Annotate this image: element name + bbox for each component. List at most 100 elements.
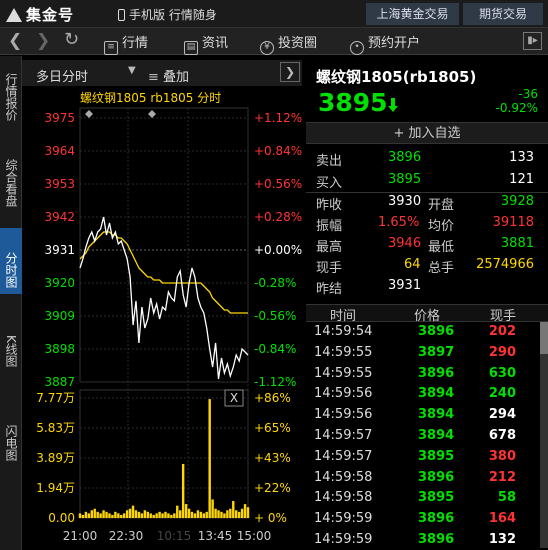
tick-volume: 380 bbox=[488, 448, 516, 464]
volume-tick-label: 3.89万 bbox=[36, 451, 75, 465]
price-line bbox=[79, 216, 249, 380]
app-name: 集金号 bbox=[26, 6, 75, 24]
volume-bar bbox=[164, 511, 167, 518]
tab-overview[interactable]: 综合看盘 bbox=[0, 152, 22, 214]
mobile-version-link[interactable]: 手机版 行情随身 bbox=[118, 6, 217, 23]
volume-bar bbox=[217, 510, 220, 518]
tick-volume: 132 bbox=[488, 532, 516, 547]
tick-time: 14:59:56 bbox=[314, 407, 373, 423]
tick-time: 14:59:57 bbox=[314, 448, 373, 464]
overlay-label: 叠加 bbox=[163, 70, 190, 85]
overlay-button[interactable]: ≡ 叠加 bbox=[148, 66, 189, 85]
tick-volume: 630 bbox=[488, 365, 516, 381]
open-account-button[interactable]: • 预约开户 bbox=[350, 32, 420, 55]
volume-bar bbox=[232, 501, 235, 518]
buy-label: 买入 bbox=[316, 176, 343, 191]
percent-tick-label: +0.56% bbox=[254, 177, 302, 191]
price-tick-label: 3887 bbox=[44, 375, 75, 389]
high-low-row: 最高 3946 最低 3881 bbox=[306, 234, 548, 255]
futures-trading-button[interactable]: 期货交易 bbox=[463, 3, 543, 25]
high-label: 最高 bbox=[316, 240, 343, 255]
price-tick-label: 3920 bbox=[44, 276, 75, 290]
avg-price-path bbox=[79, 231, 248, 314]
percent-tick-label: -0.56% bbox=[254, 309, 296, 323]
tick-row: 14:59:55 3897 290 bbox=[306, 343, 548, 364]
volume-bar bbox=[87, 513, 91, 518]
volume-bar bbox=[137, 511, 141, 518]
volume-bar bbox=[114, 511, 117, 518]
quotes-button[interactable]: ≡ 行情 bbox=[104, 32, 148, 55]
panel-toggle-icon[interactable]: ▮▸ bbox=[523, 32, 542, 50]
tick-time: 14:59:59 bbox=[314, 532, 373, 547]
logo-icon bbox=[6, 8, 22, 22]
tick-time: 14:59:55 bbox=[314, 344, 373, 360]
volume-bar bbox=[78, 513, 82, 518]
back-icon[interactable]: ❮ bbox=[8, 31, 22, 51]
close-volume-button[interactable]: X bbox=[224, 389, 244, 407]
volume-bar bbox=[125, 510, 129, 518]
settle-row: 昨结 3931 bbox=[306, 276, 548, 297]
tab-kline[interactable]: K线图 bbox=[0, 326, 22, 376]
volume-border bbox=[79, 389, 249, 519]
add-favorite-button[interactable]: + 加入自选 bbox=[306, 122, 548, 144]
volume-bar bbox=[102, 510, 105, 518]
advisor-button[interactable]: ¥ 投资圈 bbox=[260, 32, 317, 55]
chevron-right-icon[interactable]: ❯ bbox=[280, 62, 300, 82]
tick-volume: 58 bbox=[497, 490, 516, 506]
volume-bar bbox=[152, 514, 155, 518]
volume-bar bbox=[179, 510, 182, 518]
tick-time: 14:59:55 bbox=[314, 365, 373, 381]
volume-bar bbox=[128, 508, 132, 518]
volume-bar bbox=[205, 511, 208, 518]
volume-bar bbox=[211, 499, 214, 518]
sge-trading-button[interactable]: 上海黄金交易 bbox=[366, 3, 459, 25]
volume-bar bbox=[111, 514, 114, 518]
tab-flash[interactable]: 闪电图 bbox=[0, 418, 22, 468]
volume-percent-axis: +86% +65% +43% +22% + 0% bbox=[254, 391, 291, 525]
volume-bar bbox=[243, 504, 247, 518]
app-logo: 集金号 bbox=[6, 4, 74, 25]
percent-tick-label: +1.12% bbox=[254, 111, 302, 125]
time-axis: 21:00 22:30 13:45 15:00 10:15 bbox=[63, 529, 272, 543]
price-tick-label: 3931 bbox=[44, 243, 75, 257]
volume-bar bbox=[158, 511, 161, 518]
ticks-scrollbar-thumb[interactable] bbox=[540, 322, 548, 354]
price-path bbox=[79, 216, 249, 380]
volume-bar bbox=[176, 505, 179, 518]
volume-bar bbox=[237, 511, 241, 518]
tab-quote-list[interactable]: 行情报价 bbox=[0, 66, 22, 128]
buy-price: 3895 bbox=[388, 172, 422, 187]
price-tick-label: 3953 bbox=[44, 177, 75, 191]
tick-volume: 202 bbox=[488, 324, 516, 339]
chevron-down-icon[interactable]: ▼ bbox=[128, 65, 136, 76]
quotes-label: 行情 bbox=[122, 36, 149, 51]
volume-bar bbox=[149, 513, 152, 518]
quote-panel: 螺纹钢1805(rb1805) 3895 -36 -0.92% + 加入自选 卖… bbox=[306, 60, 548, 550]
ticks-scrollbar[interactable] bbox=[540, 322, 548, 548]
forward-icon[interactable]: ❯ bbox=[36, 31, 50, 51]
volume-bar bbox=[105, 511, 108, 518]
volume-bar bbox=[131, 505, 135, 518]
period-select[interactable]: 多日分时 bbox=[36, 66, 88, 85]
tick-price: 3894 bbox=[418, 407, 455, 423]
current-volume-label: 现手 bbox=[316, 261, 343, 276]
volume-bar bbox=[184, 504, 188, 518]
volume-tick-label: 5.83万 bbox=[36, 421, 75, 435]
news-button[interactable]: ▤ 资讯 bbox=[184, 32, 228, 55]
volume-bar bbox=[181, 463, 185, 518]
prev-close-value: 3930 bbox=[388, 194, 422, 209]
volume-tick-label: 0.00 bbox=[48, 511, 75, 525]
prev-close-row: 昨收 3930 开盘 3928 bbox=[306, 192, 548, 213]
tick-row: 14:59:59 3896 132 bbox=[306, 530, 548, 550]
volume-bar bbox=[108, 513, 111, 518]
sell-label: 卖出 bbox=[316, 154, 343, 169]
refresh-icon[interactable]: ↻ bbox=[64, 29, 79, 50]
volume-bar bbox=[120, 514, 123, 518]
volume-bar bbox=[199, 511, 203, 518]
tick-row: 14:59:59 3896 164 bbox=[306, 509, 548, 530]
intraday-chart[interactable]: 螺纹钢1805 rb1805 分时 3975396439533942393139… bbox=[22, 86, 302, 546]
volume-bar bbox=[196, 510, 200, 518]
volume-bar bbox=[208, 399, 211, 518]
volume-axis: 7.77万 5.83万 3.89万 1.94万 0.00 bbox=[36, 391, 75, 525]
tab-intraday[interactable]: 分时图 bbox=[0, 228, 22, 294]
